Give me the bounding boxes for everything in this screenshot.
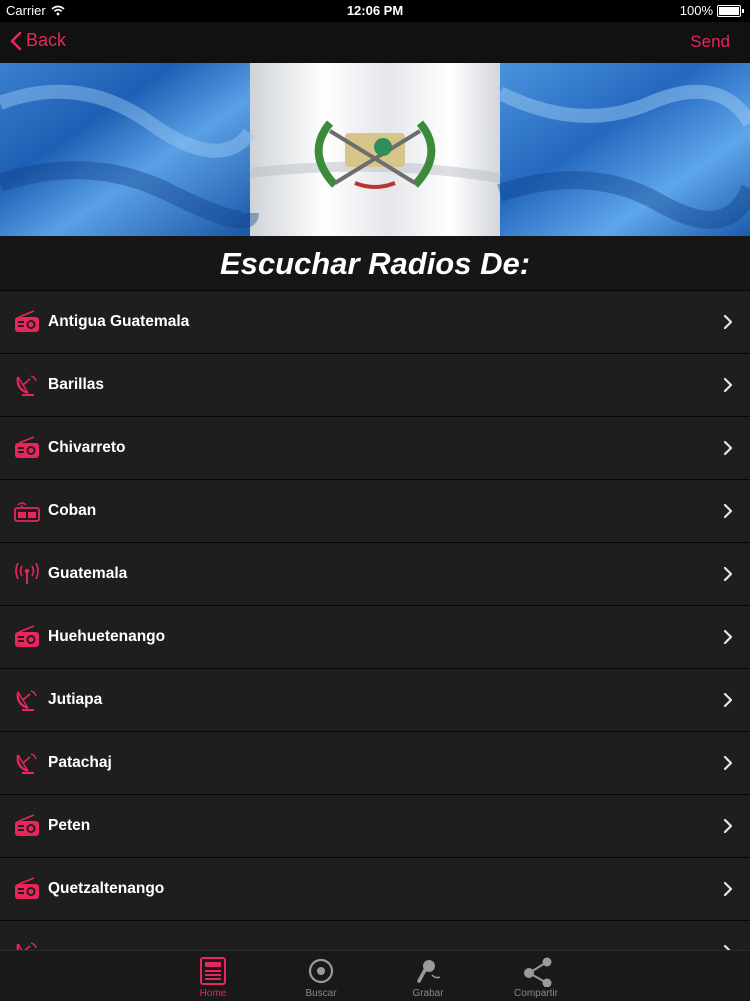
- satellite-dish-icon: [14, 751, 40, 775]
- list-item[interactable]: Peten: [0, 794, 750, 857]
- list-item[interactable]: Barillas: [0, 353, 750, 416]
- list-item[interactable]: Huehuetenango: [0, 605, 750, 668]
- chevron-right-icon: [723, 755, 733, 771]
- list-item[interactable]: Antigua Guatemala: [0, 290, 750, 353]
- list-item[interactable]: [0, 920, 750, 950]
- tab-compartir[interactable]: Compartir: [496, 951, 576, 1001]
- list-item[interactable]: Coban: [0, 479, 750, 542]
- radio-icon: [14, 436, 40, 460]
- list-item[interactable]: Guatemala: [0, 542, 750, 605]
- send-button[interactable]: Send: [690, 32, 730, 52]
- page-title: Escuchar Radios De:: [0, 236, 750, 290]
- tab-grabar[interactable]: Grabar: [388, 951, 468, 1001]
- list-item[interactable]: Jutiapa: [0, 668, 750, 731]
- radio-icon: [14, 625, 40, 649]
- chevron-left-icon: [10, 31, 22, 50]
- list-item-label: Guatemala: [48, 565, 128, 582]
- list-item[interactable]: Patachaj: [0, 731, 750, 794]
- chevron-right-icon: [723, 881, 733, 897]
- tab-home[interactable]: Home: [173, 951, 253, 1001]
- back-button[interactable]: Back: [10, 30, 66, 51]
- chevron-right-icon: [723, 503, 733, 519]
- chevron-right-icon: [723, 440, 733, 456]
- list-item-label: Antigua Guatemala: [48, 313, 190, 330]
- share-icon: [524, 957, 552, 987]
- chevron-right-icon: [723, 629, 733, 645]
- radio-icon: [14, 814, 40, 838]
- list-item-label: Jutiapa: [48, 691, 103, 708]
- list-item-label: Barillas: [48, 376, 105, 393]
- chevron-right-icon: [723, 314, 733, 330]
- list-item-label: Patachaj: [48, 754, 112, 771]
- battery-percent: 100%: [679, 3, 713, 18]
- chevron-right-icon: [723, 692, 733, 708]
- tab-buscar-label: Buscar: [305, 988, 337, 999]
- satellite-dish-icon: [14, 940, 40, 950]
- chevron-right-icon: [723, 566, 733, 582]
- battery-tip: [742, 8, 744, 13]
- satellite-dish-icon: [14, 373, 40, 397]
- wifi-radio-icon: [14, 499, 40, 523]
- status-bar: Carrier 12:06 PM 100%: [0, 0, 750, 22]
- tab-bar: Home Buscar Grabar Compartir: [0, 950, 750, 1001]
- battery-icon: [717, 4, 741, 17]
- tab-home-label: Home: [199, 988, 227, 999]
- guatemala-flag-banner: [0, 63, 750, 236]
- chevron-right-icon: [723, 377, 733, 393]
- tab-buscar[interactable]: Buscar: [281, 951, 361, 1001]
- search-disc-icon: [308, 958, 334, 984]
- list-item-label: Peten: [48, 817, 91, 834]
- list-item-label: Huehuetenango: [48, 628, 166, 645]
- chevron-right-icon: [723, 818, 733, 834]
- satellite-dish-icon: [14, 688, 40, 712]
- back-label: Back: [26, 30, 67, 50]
- list-item-label: Quetzaltenango: [48, 880, 165, 897]
- list-item-label: Chivarreto: [48, 439, 126, 456]
- microphone-icon: [417, 960, 441, 983]
- city-list: Antigua Guatemala Barillas Chivarreto Coban…: [0, 290, 750, 950]
- tab-compartir-label: Compartir: [514, 988, 558, 999]
- list-item[interactable]: Chivarreto: [0, 416, 750, 479]
- broadcast-antenna-icon: [14, 562, 40, 586]
- radio-icon: [14, 877, 40, 901]
- radio-icon: [14, 310, 40, 334]
- list-item-label: Coban: [48, 502, 97, 519]
- clock: 12:06 PM: [346, 3, 404, 18]
- list-item[interactable]: Quetzaltenango: [0, 857, 750, 920]
- flag-image: [0, 63, 750, 236]
- home-icon: [200, 957, 226, 985]
- tab-grabar-label: Grabar: [412, 988, 444, 999]
- navigation-bar: Back Send: [0, 22, 750, 63]
- battery-indicator: 100%: [680, 3, 744, 18]
